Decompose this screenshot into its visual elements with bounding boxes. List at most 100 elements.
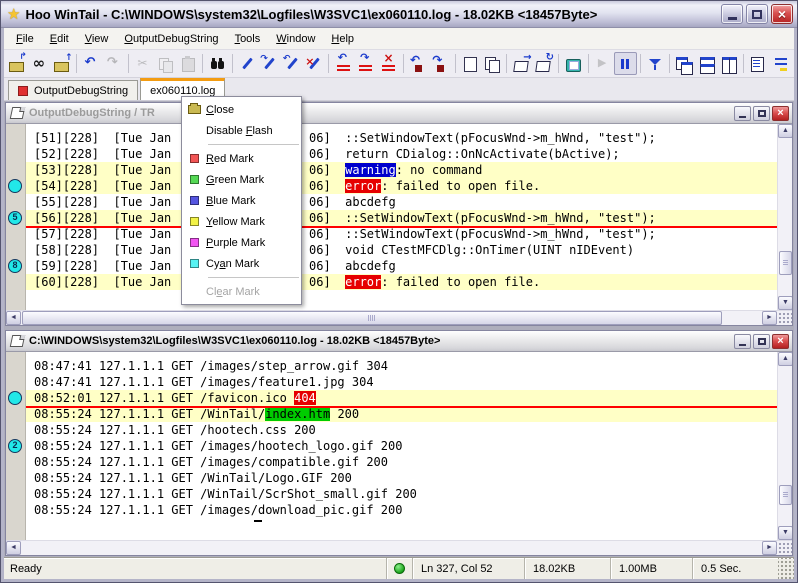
tile-vertical-button[interactable] xyxy=(718,52,740,75)
log-line[interactable]: 08:55:24 127.1.1.1 GET /WinTail/Logo.GIF… xyxy=(26,470,777,486)
log-line[interactable]: 08:55:24 127.1.1.1 GET /images/hootech_l… xyxy=(26,438,777,454)
scroll-up-button[interactable]: ▲ xyxy=(778,124,792,138)
horizontal-scrollbar: ◄ ► xyxy=(6,310,792,325)
gutter-cell xyxy=(6,390,25,406)
close-icon: × xyxy=(778,7,786,21)
log-line[interactable]: 08:55:24 127.1.1.1 GET /images/compatibl… xyxy=(26,454,777,470)
menu-item-outputdebugstring[interactable]: OutputDebugString xyxy=(116,30,226,48)
log-line[interactable]: [52][228] [Tue Jan06] return CDialog::On… xyxy=(26,146,777,162)
log-line-tail: 06] ::SetWindowText(pFocusWnd->m_hWnd, "… xyxy=(309,226,656,242)
toolbar-separator xyxy=(640,54,641,73)
log-line[interactable]: [60][228] [Tue Jan06] error: failed to o… xyxy=(26,274,777,290)
pause-tail-button[interactable] xyxy=(614,52,636,75)
pane-close-button[interactable]: × xyxy=(772,334,789,349)
menu-item-window[interactable]: Window xyxy=(268,30,323,48)
context-item-cyan-mark[interactable]: Cyan Mark xyxy=(182,253,301,274)
tab-outputdebugstring[interactable]: OutputDebugString xyxy=(8,80,138,100)
menu-item-edit[interactable]: Edit xyxy=(42,30,77,48)
scroll-right-button[interactable]: ► xyxy=(762,541,777,555)
prev-bookmark-button[interactable] xyxy=(407,52,429,75)
mark-color-cell xyxy=(182,175,206,184)
open-file-icon xyxy=(8,56,26,72)
log-line[interactable]: [53][228] [Tue Jan06] warning: no comman… xyxy=(26,162,777,178)
pane-minimize-button[interactable] xyxy=(734,334,751,349)
pane-maximize-button[interactable] xyxy=(753,106,770,121)
scroll-thumb[interactable] xyxy=(779,485,792,505)
error-highlight: 404 xyxy=(294,391,316,405)
menu-item-file[interactable]: File xyxy=(8,30,42,48)
prev-highlight-button[interactable] xyxy=(281,52,303,75)
window-list-button[interactable] xyxy=(481,52,503,75)
context-item-disable-flash[interactable]: Disable Flash xyxy=(182,120,301,141)
properties-button[interactable] xyxy=(747,52,769,75)
mark-color-cell xyxy=(182,238,206,247)
scroll-thumb[interactable] xyxy=(779,251,792,275)
log-line[interactable]: 08:55:24 127.1.1.1 GET /images/download_… xyxy=(26,502,777,518)
log-line-tail: 06] warning: no command xyxy=(309,162,482,178)
log-line[interactable]: 08:47:41 127.1.1.1 GET /images/feature1.… xyxy=(26,374,777,390)
scroll-down-button[interactable]: ▼ xyxy=(778,296,792,310)
tile-horizontal-button[interactable] xyxy=(695,52,717,75)
context-item-green-mark[interactable]: Green Mark xyxy=(182,169,301,190)
scroll-right-button[interactable]: ► xyxy=(762,311,777,325)
log-line[interactable]: [59][228] [Tue Jan06] abcdefg xyxy=(26,258,777,274)
view-file-button[interactable] xyxy=(28,52,50,75)
log-line[interactable]: [56][228] [Tue Jan06] ::SetWindowText(pF… xyxy=(26,210,777,226)
cascade-windows-button[interactable] xyxy=(673,52,695,75)
context-item-close[interactable]: Close xyxy=(182,99,301,120)
log-line[interactable]: 08:55:24 127.1.1.1 GET /hootech.css 200 xyxy=(26,422,777,438)
customize-button[interactable] xyxy=(770,52,792,75)
scroll-down-button[interactable]: ▼ xyxy=(778,526,792,540)
context-item-label: Close xyxy=(206,104,234,116)
numbered-marker-icon: 2 xyxy=(8,439,22,453)
highlight-button[interactable] xyxy=(236,52,258,75)
scroll-left-button[interactable]: ◄ xyxy=(6,541,21,555)
log-line[interactable]: [57][228] [Tue Jan06] ::SetWindowText(pF… xyxy=(26,226,777,242)
scroll-up-button[interactable]: ▲ xyxy=(778,352,792,366)
log-line[interactable]: 08:55:24 127.1.1.1 GET /WinTail/ScrShot_… xyxy=(26,486,777,502)
pane-minimize-button[interactable] xyxy=(734,106,751,121)
next-bookmark-button[interactable] xyxy=(429,52,451,75)
minimize-button[interactable] xyxy=(721,4,743,24)
menu-item-help[interactable]: Help xyxy=(323,30,362,48)
new-window-button[interactable] xyxy=(459,52,481,75)
scroll-thumb[interactable] xyxy=(22,311,722,325)
log-line[interactable]: [51][228] [Tue Jan06] ::SetWindowText(pF… xyxy=(26,130,777,146)
notepad-button[interactable] xyxy=(562,52,584,75)
log-line-tail: 06] abcdefg xyxy=(309,194,396,210)
close-file-button[interactable] xyxy=(51,52,73,75)
log-line[interactable]: 08:52:01 127.1.1.1 GET /favicon.ico 404 xyxy=(26,390,777,406)
menu-item-view[interactable]: View xyxy=(77,30,117,48)
menu-item-tools[interactable]: Tools xyxy=(227,30,269,48)
undo-button[interactable] xyxy=(80,52,102,75)
log-line[interactable]: [58][228] [Tue Jan06] void CTestMFCDlg::… xyxy=(26,242,777,258)
context-item-yellow-mark[interactable]: Yellow Mark xyxy=(182,211,301,232)
log-line[interactable]: [54][228] [Tue Jan06] error: failed to o… xyxy=(26,178,777,194)
clear-highlight-button[interactable] xyxy=(303,52,325,75)
close-button[interactable]: × xyxy=(771,4,793,24)
scroll-left-button[interactable]: ◄ xyxy=(6,311,21,325)
send-book-button[interactable] xyxy=(510,52,532,75)
close-file-icon xyxy=(53,56,71,72)
log-line[interactable]: 08:47:41 127.1.1.1 GET /images/step_arro… xyxy=(26,358,777,374)
clear-marked-lines-button[interactable] xyxy=(377,52,399,75)
find-button[interactable] xyxy=(206,52,228,75)
log-line[interactable]: [55][228] [Tue Jan06] abcdefg xyxy=(26,194,777,210)
document-icon xyxy=(10,107,26,119)
app-star-icon: ★ xyxy=(7,7,20,22)
log-line[interactable]: 08:55:24 127.1.1.1 GET /WinTail/index.ht… xyxy=(26,406,777,422)
pane-close-button[interactable]: × xyxy=(772,106,789,121)
prev-marked-line-button[interactable] xyxy=(332,52,354,75)
open-file-button[interactable] xyxy=(6,52,28,75)
context-item-blue-mark[interactable]: Blue Mark xyxy=(182,190,301,211)
reload-book-button[interactable] xyxy=(533,52,555,75)
filter-button[interactable] xyxy=(644,52,666,75)
context-item-red-mark[interactable]: Red Mark xyxy=(182,148,301,169)
toolbar-separator xyxy=(128,54,129,73)
pane-maximize-button[interactable] xyxy=(753,334,770,349)
maximize-button[interactable] xyxy=(746,4,768,24)
context-item-purple-mark[interactable]: Purple Mark xyxy=(182,232,301,253)
next-marked-line-button[interactable] xyxy=(355,52,377,75)
next-highlight-button[interactable] xyxy=(258,52,280,75)
status-file-size: 18.02KB xyxy=(524,558,610,579)
